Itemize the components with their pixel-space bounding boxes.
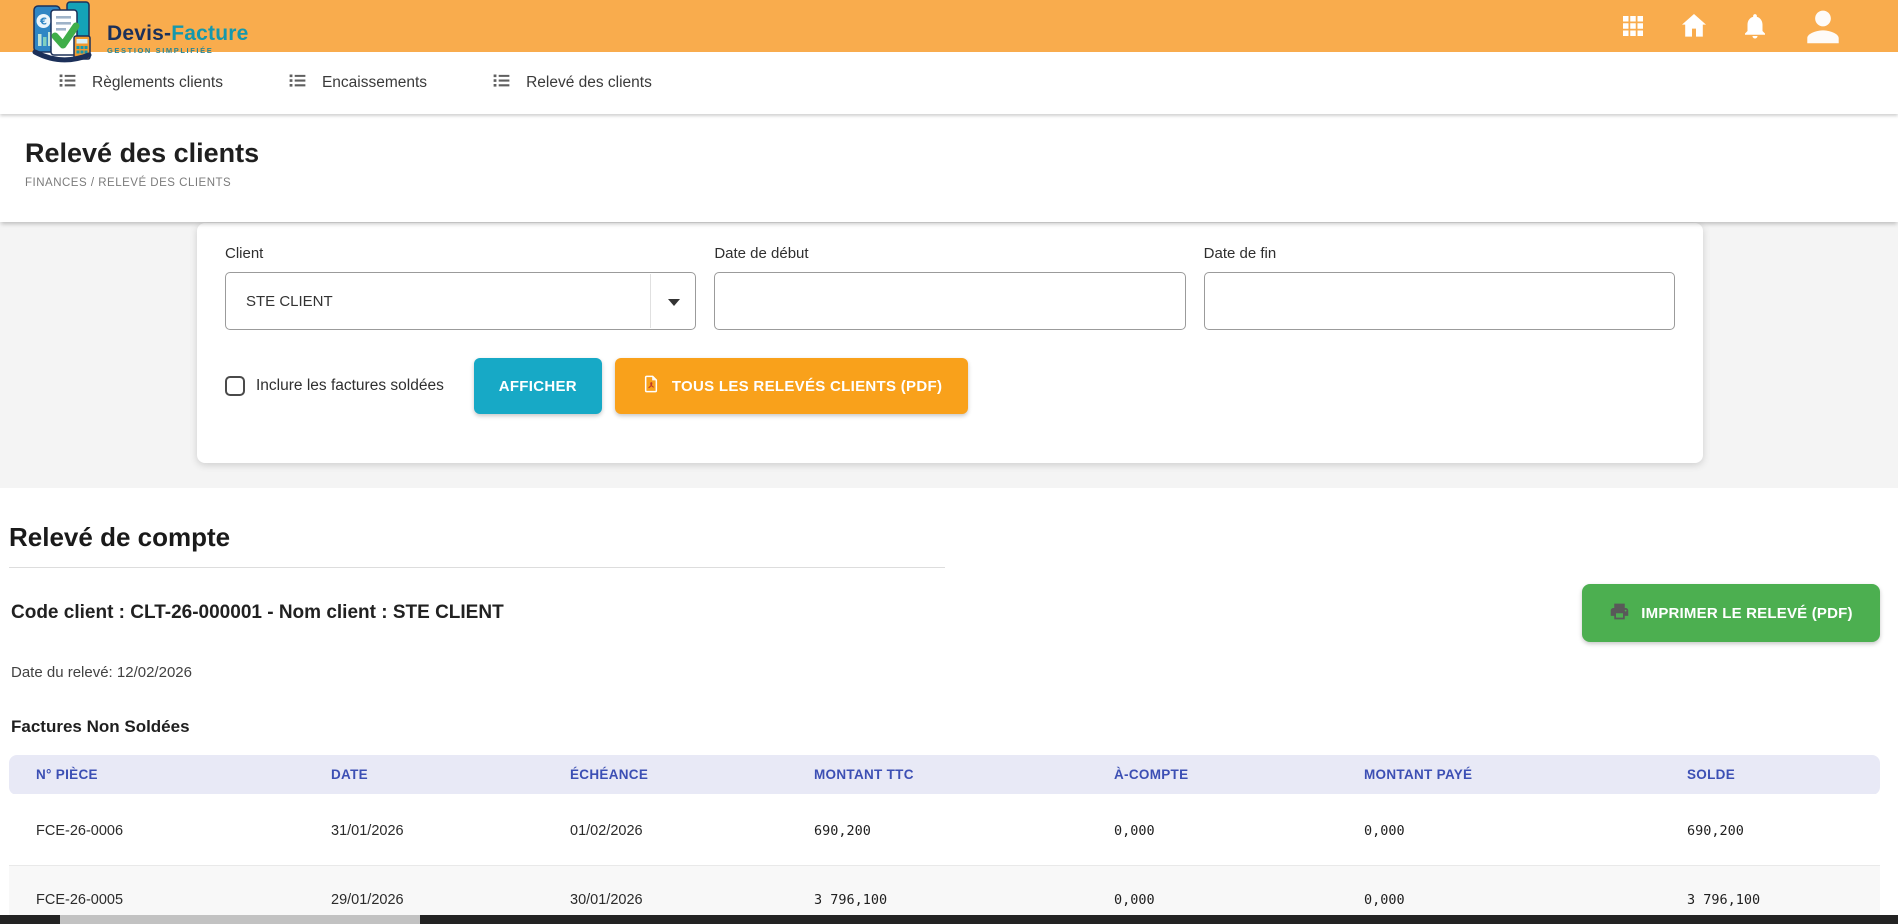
- col-header-acompte: À-COMPTE: [1087, 755, 1337, 795]
- cell-solde: 690,200: [1660, 795, 1880, 865]
- unpaid-invoices-title: Factures Non Soldées: [9, 717, 1880, 737]
- col-header-echeance: ÉCHÉANCE: [543, 755, 787, 795]
- date-start-input[interactable]: [714, 272, 1185, 330]
- unpaid-invoices-table: N° PIÈCE DATE ÉCHÉANCE MONTANT TTC À-COM…: [9, 755, 1880, 924]
- home-icon[interactable]: [1678, 10, 1710, 42]
- tab-label: Relevé des clients: [526, 74, 652, 92]
- page-title: Relevé des clients: [25, 138, 1898, 169]
- show-button[interactable]: AFFICHER: [474, 358, 602, 414]
- client-field: Client STE CLIENT: [225, 245, 696, 330]
- include-paid-label: Inclure les factures soldées: [256, 377, 444, 395]
- date-start-label: Date de début: [714, 245, 1185, 262]
- col-header-montant-paye: MONTANT PAYÉ: [1337, 755, 1660, 795]
- tab-label: Encaissements: [322, 74, 427, 92]
- select-divider: [650, 274, 651, 328]
- client-label: Client: [225, 245, 696, 262]
- date-end-input[interactable]: [1204, 272, 1675, 330]
- apps-grid-icon[interactable]: [1618, 11, 1648, 41]
- brand-tagline: GESTION SIMPLIFIÉE: [107, 47, 249, 55]
- date-end-field: Date de fin: [1204, 245, 1675, 330]
- printer-icon: [1609, 601, 1630, 626]
- tab-releve-des-clients[interactable]: Relevé des clients: [491, 70, 652, 96]
- horizontal-scrollbar[interactable]: [0, 915, 1898, 924]
- svg-text:€: €: [39, 17, 47, 28]
- include-paid-checkbox[interactable]: [225, 376, 245, 396]
- tab-encaissements[interactable]: Encaissements: [287, 70, 427, 96]
- brand-name: Devis-Facture: [107, 23, 249, 44]
- print-statement-button[interactable]: IMPRIMER LE RELEVÉ (PDF): [1582, 584, 1880, 642]
- cell-date: 31/01/2026: [304, 795, 543, 865]
- statement-date-line: Date du relevé: 12/02/2026: [9, 664, 1880, 681]
- list-icon: [57, 70, 78, 96]
- filter-zone: Client STE CLIENT Date de début Date de …: [0, 222, 1898, 488]
- col-header-date: DATE: [304, 755, 543, 795]
- print-statement-label: IMPRIMER LE RELEVÉ (PDF): [1641, 605, 1852, 622]
- cell-piece: FCE-26-0006: [9, 795, 304, 865]
- tab-reglements-clients[interactable]: Règlements clients: [57, 70, 223, 96]
- table-header-row: N° PIÈCE DATE ÉCHÉANCE MONTANT TTC À-COM…: [9, 755, 1880, 795]
- date-end-label: Date de fin: [1204, 245, 1675, 262]
- chevron-down-icon: [668, 299, 680, 306]
- cell-acompte: 0,000: [1087, 795, 1337, 865]
- account-avatar-icon[interactable]: [1800, 3, 1846, 49]
- client-info-line: Code client : CLT-26-000001 - Nom client…: [9, 602, 504, 624]
- breadcrumb: FINANCES / RELEVÉ DES CLIENTS: [25, 177, 1898, 189]
- col-header-piece: N° PIÈCE: [9, 755, 304, 795]
- brand-logo-block[interactable]: € Devis-Facture: [28, 1, 249, 68]
- col-header-montant-ttc: MONTANT TTC: [787, 755, 1087, 795]
- list-icon: [287, 70, 308, 96]
- include-paid-checkbox-wrap: Inclure les factures soldées: [225, 376, 444, 396]
- notifications-bell-icon[interactable]: [1740, 11, 1770, 41]
- cell-echeance: 01/02/2026: [543, 795, 787, 865]
- page-header: Relevé des clients FINANCES / RELEVÉ DES…: [0, 114, 1898, 222]
- cell-montant-paye: 0,000: [1337, 795, 1660, 865]
- table-row[interactable]: FCE-26-0006 31/01/2026 01/02/2026 690,20…: [9, 795, 1880, 865]
- cell-montant-ttc: 690,200: [787, 795, 1087, 865]
- client-select[interactable]: STE CLIENT: [225, 272, 696, 330]
- brand-text: Devis-Facture GESTION SIMPLIFIÉE: [107, 23, 249, 55]
- all-statements-pdf-button[interactable]: TOUS LES RELEVÉS CLIENTS (PDF): [615, 358, 968, 414]
- pdf-file-icon: [641, 374, 661, 398]
- heading-divider: [9, 567, 945, 568]
- statement-heading: Relevé de compte: [9, 522, 1880, 553]
- col-header-solde: SOLDE: [1660, 755, 1880, 795]
- menu-bar: Règlements clients Encaissements Relevé …: [0, 52, 1898, 114]
- statement-section: Relevé de compte Code client : CLT-26-00…: [0, 522, 1898, 924]
- filter-card: Client STE CLIENT Date de début Date de …: [197, 223, 1703, 463]
- date-start-field: Date de début: [714, 245, 1185, 330]
- tab-label: Règlements clients: [92, 74, 223, 92]
- brand-logo-illustration-icon: €: [28, 1, 100, 68]
- all-statements-pdf-label: TOUS LES RELEVÉS CLIENTS (PDF): [672, 378, 942, 395]
- horizontal-scrollbar-thumb[interactable]: [60, 915, 420, 924]
- client-select-value: STE CLIENT: [246, 293, 333, 310]
- list-icon: [491, 70, 512, 96]
- app-window: € Devis-Facture: [0, 0, 1898, 924]
- top-bar: € Devis-Facture: [0, 0, 1898, 52]
